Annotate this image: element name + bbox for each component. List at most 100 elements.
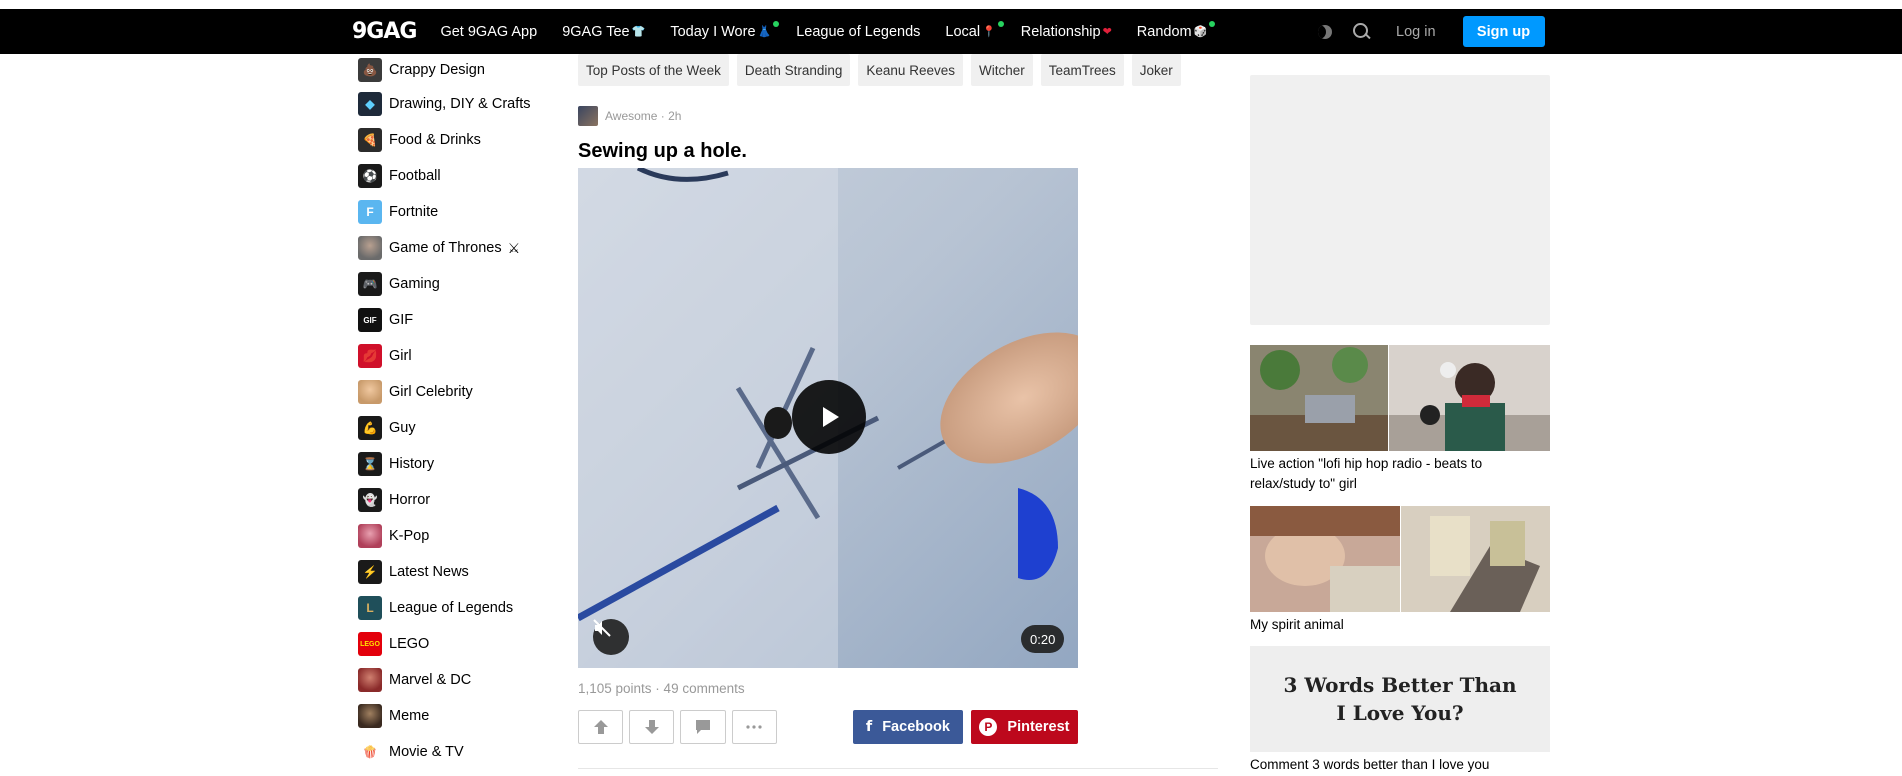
- sidebar-item-girl[interactable]: 💋 Girl: [358, 338, 558, 374]
- featured-thumbnail[interactable]: [1250, 506, 1550, 612]
- play-icon: [823, 407, 839, 427]
- downvote-button[interactable]: [629, 710, 675, 744]
- sidebar-item-meme[interactable]: Meme: [358, 698, 558, 734]
- tag-joker[interactable]: Joker: [1131, 54, 1181, 86]
- dice-icon: 🎲: [1193, 26, 1208, 38]
- league-icon: L: [358, 596, 382, 620]
- comment-bubble-icon: [696, 720, 711, 734]
- sidebar-item-marvel-dc[interactable]: Marvel & DC: [358, 662, 558, 698]
- featured-post-lofi[interactable]: Live action "lofi hip hop radio - beats …: [1250, 345, 1550, 494]
- sidebar-item-label: Gaming: [389, 276, 440, 292]
- tag-top-posts-week[interactable]: Top Posts of the Week: [578, 54, 729, 86]
- sidebar-item-gaming[interactable]: 🎮 Gaming: [358, 266, 558, 302]
- sidebar-item-label: GIF: [389, 312, 414, 328]
- sidebar-item-latest-news[interactable]: ⚡ Latest News: [358, 554, 558, 590]
- sidebar-item-crappy-design[interactable]: 💩 Crappy Design: [358, 54, 558, 86]
- play-button[interactable]: [792, 380, 866, 454]
- sidebar-item-game-of-thrones[interactable]: Game of Thrones ⚔: [358, 230, 558, 266]
- heart-icon: ❤: [1102, 26, 1112, 38]
- sidebar-item-label: Movie & TV: [389, 744, 464, 760]
- featured-thumbnail[interactable]: 3 Words Better Than I Love You?: [1250, 646, 1550, 752]
- featured-post-three-words[interactable]: 3 Words Better Than I Love You? Comment …: [1250, 646, 1550, 775]
- nav-relationship[interactable]: Relationship ❤: [1021, 24, 1112, 40]
- logo-9gag[interactable]: 9GAG: [352, 19, 417, 44]
- nav-label: Get 9GAG App: [440, 23, 538, 40]
- ghost-icon: 👻: [358, 488, 382, 512]
- top-strip: [0, 0, 1902, 9]
- sidebar-item-label: Game of Thrones: [389, 240, 502, 256]
- share-facebook-button[interactable]: f Facebook: [852, 710, 963, 744]
- featured-caption[interactable]: My spirit animal: [1250, 615, 1550, 635]
- post-video[interactable]: 0:20: [578, 168, 1078, 668]
- celebrity-face-icon: [358, 380, 382, 404]
- tag-death-stranding[interactable]: Death Stranding: [736, 54, 851, 86]
- post-meta: Awesome · 2h: [578, 104, 1218, 128]
- sidebar-item-movie-tv[interactable]: 🍿 Movie & TV: [358, 734, 558, 770]
- tag-witcher[interactable]: Witcher: [970, 54, 1033, 86]
- sidebar-item-horror[interactable]: 👻 Horror: [358, 482, 558, 518]
- sidebar-item-label: LEGO: [389, 636, 430, 652]
- nav-label: Today I Wore: [670, 23, 756, 40]
- top-navbar: 9GAG Get 9GAG App 9GAG Tee 👕 Today I Wore…: [0, 9, 1902, 54]
- signup-button[interactable]: Sign up: [1462, 16, 1545, 47]
- sidebar-item-football[interactable]: ⚽ Football: [358, 158, 558, 194]
- sidebar-item-history[interactable]: ⌛ History: [358, 446, 558, 482]
- post-stats[interactable]: 1,105 points · 49 comments: [578, 681, 745, 696]
- post-title[interactable]: Sewing up a hole.: [578, 140, 1218, 164]
- sidebar-item-label: Latest News: [389, 564, 469, 580]
- comment-button[interactable]: [680, 710, 726, 744]
- soccer-ball-icon: ⚽: [358, 164, 382, 188]
- mute-toggle[interactable]: [593, 619, 629, 655]
- tag-keanu-reeves[interactable]: Keanu Reeves: [858, 54, 963, 86]
- login-link[interactable]: Log in: [1396, 24, 1436, 40]
- sidebar-item-girl-celebrity[interactable]: Girl Celebrity: [358, 374, 558, 410]
- sidebar-item-label: K-Pop: [389, 528, 430, 544]
- new-dot-icon: [773, 20, 780, 27]
- card-line-2: I Love You?: [1336, 701, 1464, 725]
- sidebar-item-gif[interactable]: GIF GIF: [358, 302, 558, 338]
- kpop-face-icon: [358, 524, 382, 548]
- popcorn-icon: 🍿: [358, 740, 382, 764]
- sidebar-item-kpop[interactable]: K-Pop: [358, 518, 558, 554]
- sidebar-item-label: Crappy Design: [389, 62, 485, 78]
- section-avatar[interactable]: [578, 106, 598, 126]
- sidebar-item-lego[interactable]: LEGO LEGO: [358, 626, 558, 662]
- sidebar-item-fortnite[interactable]: F Fortnite: [358, 194, 558, 230]
- nav-9gag-tee[interactable]: 9GAG Tee 👕: [562, 24, 645, 40]
- nav-local[interactable]: Local 📍: [945, 20, 1004, 40]
- post-divider: [578, 768, 1218, 769]
- bicep-icon: 💪: [358, 416, 382, 440]
- more-button[interactable]: [731, 710, 777, 744]
- sidebar-item-label: Guy: [389, 420, 416, 436]
- sidebar-item-league-of-legends[interactable]: L League of Legends: [358, 590, 558, 626]
- sidebar-item-label: Meme: [389, 708, 430, 724]
- dark-mode-moon-icon[interactable]: [1318, 24, 1332, 39]
- shirt-icon: 👕: [631, 26, 646, 38]
- nav-get-app[interactable]: Get 9GAG App: [440, 24, 537, 40]
- fortnite-icon: F: [358, 200, 382, 224]
- search-icon[interactable]: [1352, 22, 1372, 42]
- card-headline: 3 Words Better Than I Love You?: [1283, 671, 1516, 727]
- featured-thumbnail[interactable]: [1250, 345, 1550, 451]
- new-dot-icon: [997, 20, 1004, 27]
- nav-today-i-wore[interactable]: Today I Wore 👗: [670, 20, 780, 40]
- lightning-icon: ⚡: [358, 560, 382, 584]
- sidebar-item-drawing[interactable]: ◆ Drawing, DIY & Crafts: [358, 86, 558, 122]
- sidebar-item-food[interactable]: 🍕 Food & Drinks: [358, 122, 558, 158]
- share-pinterest-label: Pinterest: [1007, 719, 1070, 735]
- more-dots-icon: [746, 725, 762, 729]
- share-pinterest-button[interactable]: P Pinterest: [970, 710, 1078, 744]
- featured-post-spirit-animal[interactable]: My spirit animal: [1250, 506, 1550, 635]
- upvote-button[interactable]: [578, 710, 624, 744]
- card-line-1: 3 Words Better Than: [1283, 673, 1517, 697]
- lego-icon: LEGO: [358, 632, 382, 656]
- featured-caption[interactable]: Comment 3 words better than I love you: [1250, 755, 1550, 775]
- sidebar-item-guy[interactable]: 💪 Guy: [358, 410, 558, 446]
- sidebar-item-label: Fortnite: [389, 204, 439, 220]
- tag-teamtrees[interactable]: TeamTrees: [1040, 54, 1124, 86]
- post-section-time[interactable]: Awesome · 2h: [605, 109, 681, 123]
- nav-league-of-legends[interactable]: League of Legends: [796, 24, 920, 40]
- nav-right: Log in Sign up: [1318, 9, 1545, 54]
- featured-caption[interactable]: Live action "lofi hip hop radio - beats …: [1250, 454, 1550, 494]
- nav-random[interactable]: Random 🎲: [1137, 20, 1216, 40]
